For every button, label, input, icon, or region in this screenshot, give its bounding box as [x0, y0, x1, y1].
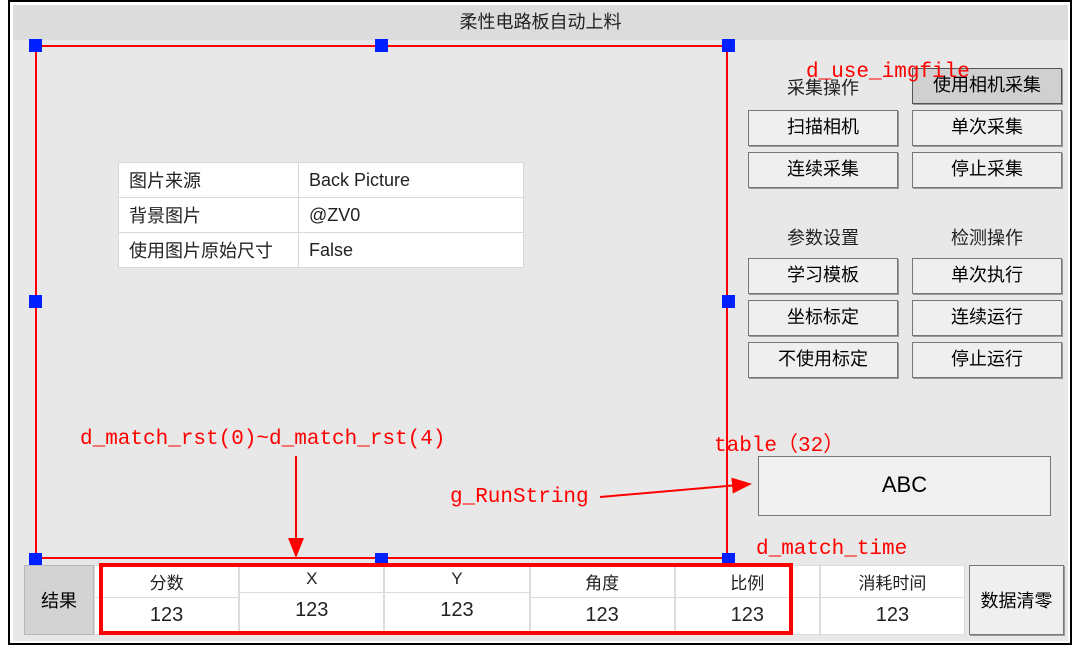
prop-value[interactable]: Back Picture — [299, 163, 524, 198]
params-detect-group: 参数设置 检测操作 学习模板 单次执行 坐标标定 连续运行 不使用标定 停止运行 — [748, 218, 1063, 378]
stop-run-button[interactable]: 停止运行 — [912, 342, 1062, 378]
single-run-button[interactable]: 单次执行 — [912, 258, 1062, 294]
right-panel: 采集操作 使用相机采集 扫描相机 单次采集 连续采集 停止采集 参数设置 检测操… — [748, 68, 1063, 378]
prop-value[interactable]: False — [299, 233, 524, 268]
result-cell-x: X 123 — [239, 565, 384, 635]
result-cell-angle: 角度 123 — [530, 565, 675, 635]
prop-value[interactable]: @ZV0 — [299, 198, 524, 233]
results-label: 结果 — [24, 565, 94, 635]
result-value: 123 — [821, 598, 964, 633]
result-value: 123 — [676, 598, 819, 633]
result-cell-ratio: 比例 123 — [675, 565, 820, 635]
result-header: 消耗时间 — [821, 566, 964, 598]
result-cell-y: Y 123 — [384, 565, 529, 635]
no-calib-button[interactable]: 不使用标定 — [748, 342, 898, 378]
coord-calib-button[interactable]: 坐标标定 — [748, 300, 898, 336]
anno-d-use-imgfile: d_use_imgfile — [806, 61, 970, 84]
result-value: 123 — [95, 598, 238, 633]
table-row: 背景图片 @ZV0 — [119, 198, 524, 233]
anno-d-match-rst: d_match_rst(0)~d_match_rst(4) — [80, 428, 445, 451]
property-table: 图片来源 Back Picture 背景图片 @ZV0 使用图片原始尺寸 Fal… — [118, 162, 524, 268]
result-header: 比例 — [676, 566, 819, 598]
result-cell-time: 消耗时间 123 — [820, 565, 965, 635]
prop-key: 图片来源 — [119, 163, 299, 198]
results-bar: 结果 分数 123 X 123 Y 123 角度 123 — [24, 565, 1064, 635]
handle-ml[interactable] — [29, 295, 42, 308]
app-window: 柔性电路板自动上料 图片来源 Back Picture 背景图片 @ZV0 使用… — [13, 5, 1068, 641]
result-value: 123 — [385, 593, 528, 628]
learn-template-button[interactable]: 学习模板 — [748, 258, 898, 294]
continuous-run-button[interactable]: 连续运行 — [912, 300, 1062, 336]
detect-section-label: 检测操作 — [912, 218, 1062, 252]
prop-key: 背景图片 — [119, 198, 299, 233]
window-title: 柔性电路板自动上料 — [13, 5, 1068, 40]
capture-group: 采集操作 使用相机采集 扫描相机 单次采集 连续采集 停止采集 — [748, 68, 1063, 188]
scan-camera-button[interactable]: 扫描相机 — [748, 110, 898, 146]
result-header: X — [240, 566, 383, 593]
result-header: 分数 — [95, 566, 238, 598]
anno-g-runstring: g_RunString — [450, 486, 589, 509]
params-section-label: 参数设置 — [748, 218, 898, 252]
selection-rectangle — [35, 45, 728, 559]
prop-key: 使用图片原始尺寸 — [119, 233, 299, 268]
results-cells: 分数 123 X 123 Y 123 角度 123 比例 123 — [94, 565, 965, 635]
single-capture-button[interactable]: 单次采集 — [912, 110, 1062, 146]
table-row: 使用图片原始尺寸 False — [119, 233, 524, 268]
result-cell-score: 分数 123 — [94, 565, 239, 635]
outer-frame: 柔性电路板自动上料 图片来源 Back Picture 背景图片 @ZV0 使用… — [8, 0, 1072, 645]
handle-mr[interactable] — [722, 295, 735, 308]
clear-data-button[interactable]: 数据清零 — [969, 565, 1064, 635]
result-value: 123 — [240, 593, 383, 628]
run-string-box[interactable]: ABC — [758, 456, 1051, 516]
continuous-capture-button[interactable]: 连续采集 — [748, 152, 898, 188]
handle-tr[interactable] — [722, 39, 735, 52]
result-header: 角度 — [531, 566, 674, 598]
handle-tm[interactable] — [375, 39, 388, 52]
stop-capture-button[interactable]: 停止采集 — [912, 152, 1062, 188]
table-row: 图片来源 Back Picture — [119, 163, 524, 198]
anno-d-match-time: d_match_time — [756, 538, 907, 561]
result-header: Y — [385, 566, 528, 593]
handle-tl[interactable] — [29, 39, 42, 52]
result-value: 123 — [531, 598, 674, 633]
anno-table32: table（32） — [714, 428, 844, 458]
